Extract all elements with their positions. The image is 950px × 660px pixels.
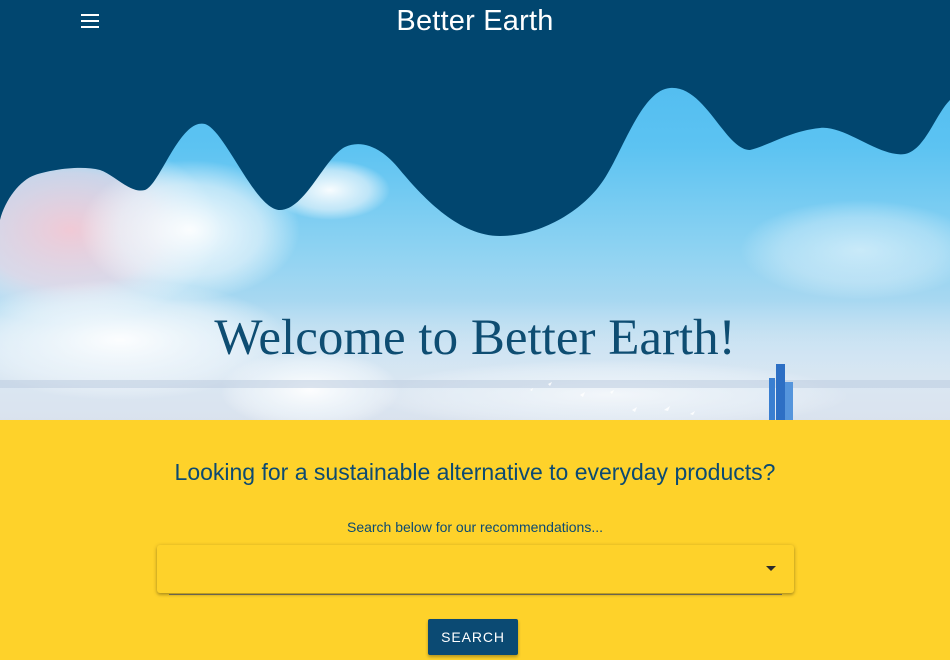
- dropdown-selected-value: [171, 559, 744, 579]
- search-section: Looking for a sustainable alternative to…: [0, 420, 950, 660]
- search-question-heading: Looking for a sustainable alternative to…: [174, 459, 776, 485]
- dropdown-underline: [169, 594, 782, 595]
- search-button[interactable]: SEARCH: [428, 619, 518, 655]
- product-search-dropdown[interactable]: [157, 545, 794, 595]
- hero-section: Better Earth Welcome to Better Earth!: [0, 0, 950, 420]
- app-title: Better Earth: [396, 5, 554, 37]
- search-instruction-text: Search below for our recommendations...: [346, 519, 603, 535]
- page: Better Earth Welcome to Better Earth! Lo…: [0, 0, 950, 660]
- arrow-drop-down-icon[interactable]: [766, 566, 776, 571]
- top-app-bar: Better Earth: [0, 0, 950, 44]
- welcome-heading: Welcome to Better Earth!: [214, 310, 736, 366]
